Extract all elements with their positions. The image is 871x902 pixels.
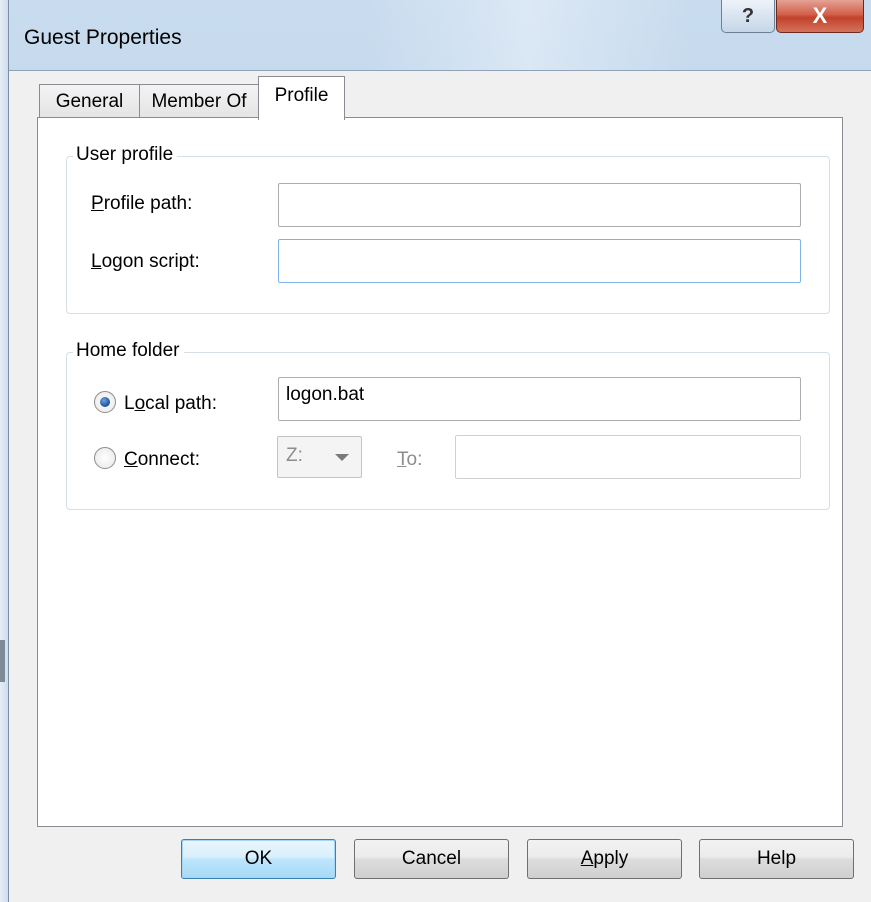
profile-path-field[interactable]: [278, 183, 801, 227]
user-profile-group-title: User profile: [73, 144, 178, 166]
local-path-label[interactable]: Local path:: [124, 393, 217, 415]
apply-button[interactable]: Apply: [527, 839, 682, 879]
user-profile-group: User profile Profile path: Logon script:: [66, 144, 830, 314]
connect-to-field[interactable]: [455, 435, 801, 479]
tab-profile[interactable]: Profile: [258, 76, 345, 120]
cancel-button[interactable]: Cancel: [354, 839, 509, 879]
drive-letter-value: Z:: [286, 445, 303, 466]
background-window-edge: [0, 0, 8, 902]
connect-radio[interactable]: [94, 447, 116, 469]
profile-tab-panel: User profile Profile path: Logon script:…: [37, 117, 843, 827]
tab-member-of[interactable]: Member Of: [139, 84, 259, 118]
logon-script-label: Logon script:: [91, 251, 200, 272]
ok-button[interactable]: OK: [181, 839, 336, 879]
background-window-scrollbar-thumb: [0, 640, 5, 682]
help-icon[interactable]: ?: [721, 0, 775, 33]
window-title: Guest Properties: [24, 26, 182, 49]
drive-letter-dropdown[interactable]: Z:: [277, 436, 362, 478]
title-bar[interactable]: Guest Properties ? X: [9, 0, 871, 70]
help-button[interactable]: Help: [699, 839, 854, 879]
profile-path-label: Profile path:: [91, 193, 193, 214]
radio-selected-dot: [100, 397, 110, 407]
local-path-radio[interactable]: [94, 391, 116, 413]
home-folder-group-title: Home folder: [73, 340, 184, 362]
home-folder-group: Home folder Local path: logon.bat Connec…: [66, 340, 830, 510]
guest-properties-dialog: Guest Properties ? X General Member Of P…: [8, 0, 871, 902]
tab-general[interactable]: General: [39, 84, 140, 118]
close-icon[interactable]: X: [776, 0, 864, 33]
dialog-client-area: General Member Of Profile User profile P…: [9, 70, 871, 902]
logon-script-field[interactable]: [278, 239, 801, 283]
chevron-down-icon: [335, 454, 349, 461]
local-path-field[interactable]: logon.bat: [278, 377, 801, 421]
connect-label[interactable]: Connect:: [124, 449, 200, 471]
to-label: To:: [397, 449, 423, 470]
